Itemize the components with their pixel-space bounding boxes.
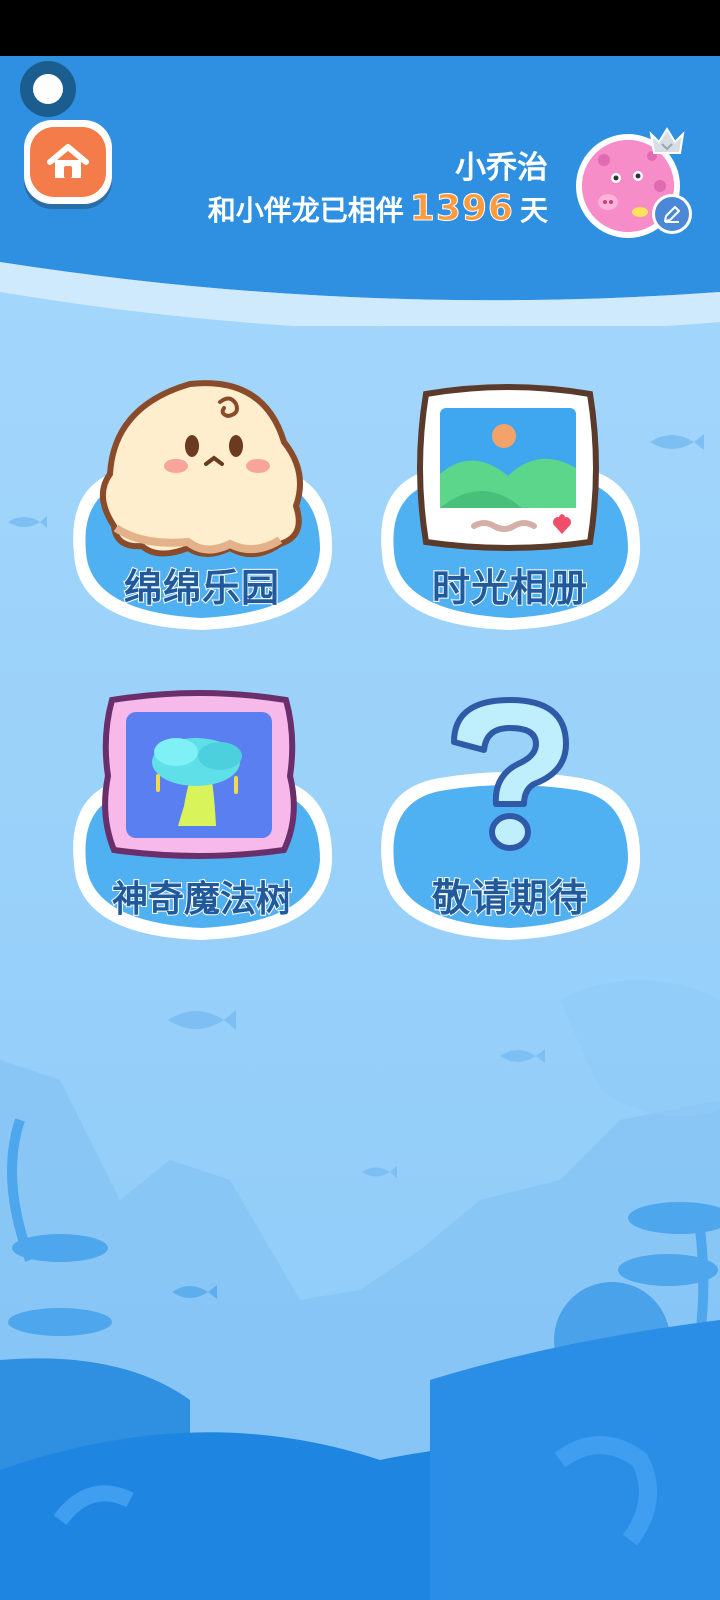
tile-label: 时光相册 — [431, 565, 588, 611]
question-mark-icon — [451, 697, 569, 851]
companion-days-line: 和小伴龙已相伴 1396 天 — [207, 188, 548, 230]
crown-icon — [649, 127, 685, 154]
tile-label: 绵绵乐园 — [123, 565, 280, 611]
pencil-icon — [664, 206, 680, 223]
photo-album-icon — [417, 384, 599, 551]
days-count: 1396 — [409, 188, 514, 230]
tile-label: 敬请期待 — [431, 875, 588, 921]
companion-prefix: 和小伴龙已相伴 — [207, 194, 404, 227]
tile-label: 神奇魔法树 — [111, 878, 293, 921]
companion-suffix: 天 — [519, 194, 548, 227]
tile-time-album[interactable]: 时光相册 — [374, 376, 646, 636]
fluffy-creature-icon — [100, 380, 303, 557]
tile-mianmian-park[interactable]: 绵绵乐园 — [66, 376, 338, 636]
camera-cutout — [20, 61, 76, 117]
status-bar — [0, 0, 720, 56]
home-button[interactable] — [24, 120, 112, 204]
user-name: 小乔治 — [455, 150, 548, 186]
magic-tree-icon — [102, 690, 297, 859]
tile-coming-soon[interactable]: 敬请期待 — [374, 686, 646, 946]
home-icon — [47, 144, 89, 178]
edit-profile-button[interactable] — [652, 194, 692, 234]
tile-magic-tree[interactable]: 神奇魔法树 — [66, 686, 338, 946]
